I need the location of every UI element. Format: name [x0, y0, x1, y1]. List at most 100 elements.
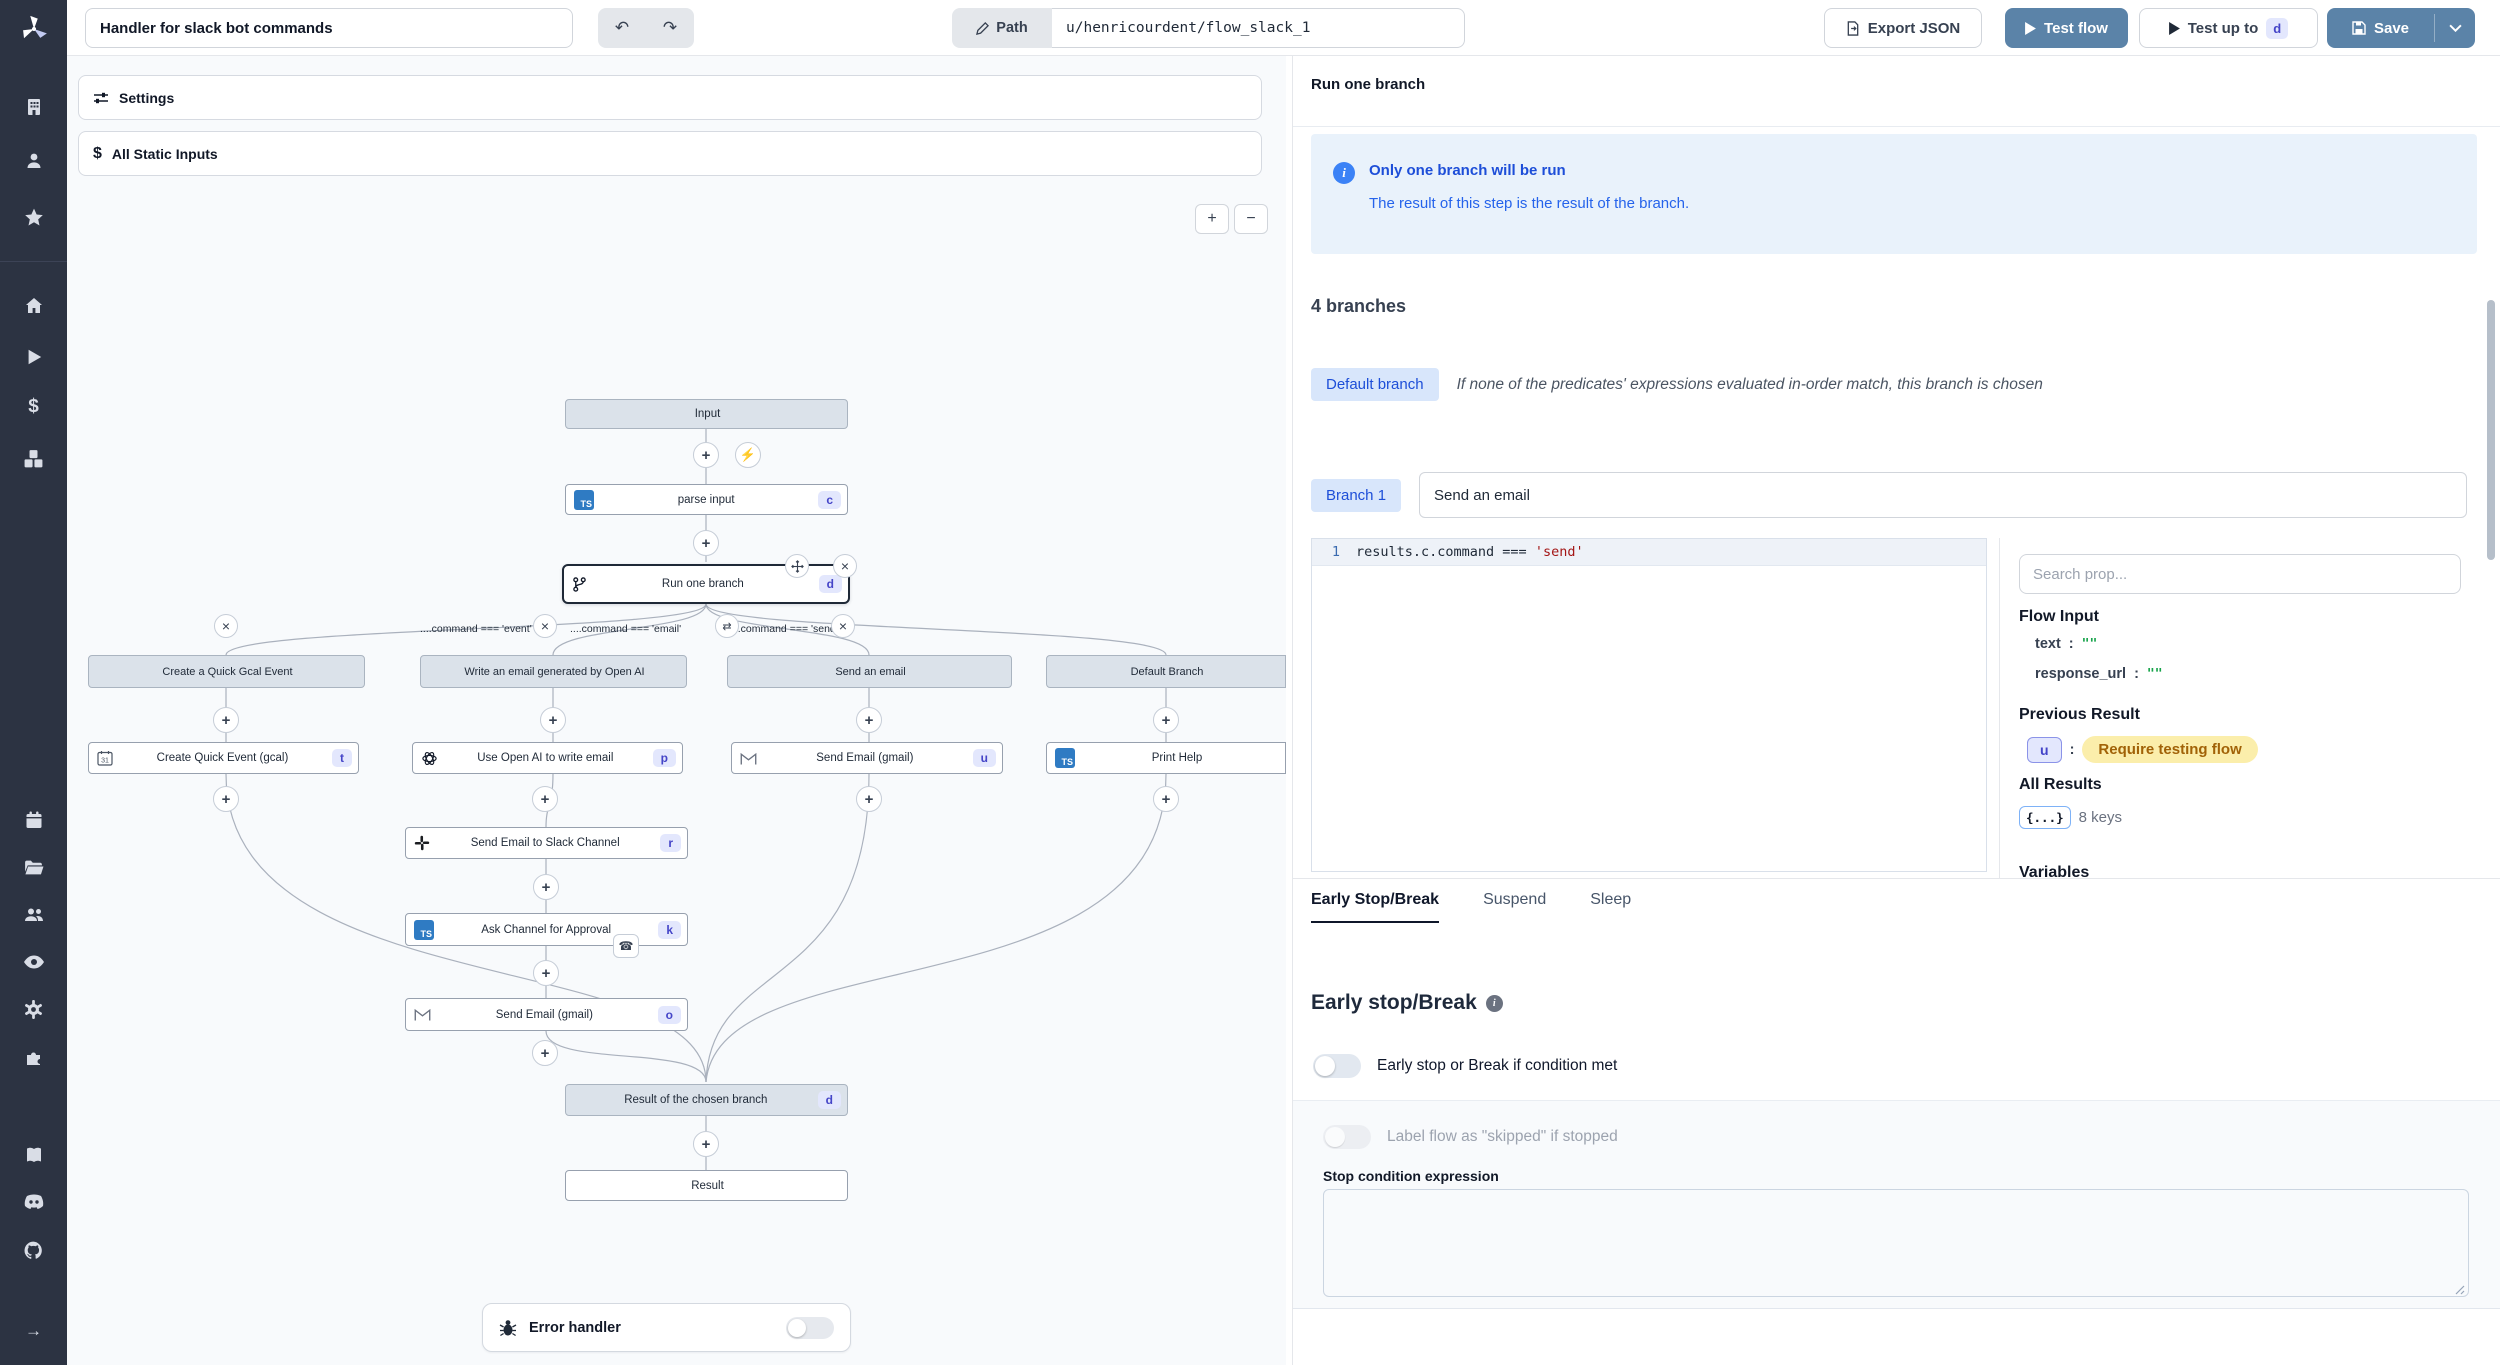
windmill-logo[interactable]	[0, 0, 67, 56]
test-flow-button[interactable]: Test flow	[2005, 8, 2128, 48]
move-step-button[interactable]	[785, 554, 809, 578]
worker-puzzle-icon[interactable]	[0, 1042, 67, 1072]
resources-cubes-icon[interactable]	[0, 443, 67, 473]
stop-condition-textarea[interactable]	[1323, 1189, 2469, 1297]
prop-row-response-url[interactable]: response_url:""	[2035, 666, 2163, 682]
delete-branch-button[interactable]: ×	[214, 614, 238, 638]
info-icon[interactable]: i	[1486, 995, 1503, 1012]
settings-gear-icon[interactable]	[0, 994, 67, 1024]
node-print-help[interactable]: TS Print Help	[1046, 742, 1286, 774]
early-stop-toggle[interactable]	[1313, 1054, 1361, 1078]
move-branch-button[interactable]: ⇄	[715, 614, 739, 638]
branch-1-chip: Branch 1	[1311, 479, 1401, 512]
github-icon[interactable]	[0, 1235, 67, 1265]
delete-branch-button[interactable]: ×	[533, 614, 557, 638]
building-icon[interactable]	[0, 92, 67, 122]
node-branch-result[interactable]: Result of the chosen branch d	[565, 1084, 848, 1116]
path-input[interactable]	[1052, 8, 1465, 48]
tab-suspend[interactable]: Suspend	[1483, 891, 1546, 923]
gmail-icon	[740, 751, 757, 766]
delete-branch-button[interactable]: ×	[831, 614, 855, 638]
zoom-out-button[interactable]: −	[1234, 204, 1268, 234]
add-step-button[interactable]: +	[533, 874, 559, 900]
node-result[interactable]: Result	[565, 1170, 848, 1201]
tab-sleep[interactable]: Sleep	[1590, 891, 1631, 923]
add-step-button[interactable]: +	[213, 707, 239, 733]
save-button[interactable]: Save	[2327, 8, 2434, 48]
branch-header-gcal[interactable]: Create a Quick Gcal Event	[88, 655, 365, 688]
sliders-icon	[93, 90, 109, 106]
node-input[interactable]: Input	[565, 399, 848, 429]
add-step-button[interactable]: +	[1153, 786, 1179, 812]
folders-icon[interactable]	[0, 852, 67, 882]
error-handler-toggle[interactable]	[786, 1317, 834, 1339]
path-edit-button[interactable]: Path	[952, 8, 1052, 48]
undo-button[interactable]: ↶	[598, 8, 646, 48]
star-icon[interactable]	[0, 203, 67, 233]
search-prop-input[interactable]	[2019, 554, 2461, 594]
user-icon[interactable]	[0, 146, 67, 176]
add-step-button[interactable]: +	[213, 786, 239, 812]
flow-canvas[interactable]: Settings $ All Static Inputs + − Input +…	[67, 56, 1286, 1365]
step-id-badge: d	[818, 1091, 841, 1109]
step-id-badge: u	[973, 749, 996, 767]
branch-header-openai[interactable]: Write an email generated by Open AI	[420, 655, 687, 688]
add-step-button[interactable]: +	[693, 442, 719, 468]
add-step-button[interactable]: +	[693, 530, 719, 556]
add-step-button[interactable]: +	[693, 1131, 719, 1157]
flow-edges	[67, 56, 1286, 1365]
arrows-move-icon	[791, 560, 804, 573]
node-send-email-gmail-2[interactable]: Send Email (gmail) o	[405, 998, 688, 1031]
all-results-row[interactable]: {...} 8 keys	[2019, 806, 2122, 829]
redo-button[interactable]: ↷	[646, 8, 694, 48]
svg-text:31: 31	[101, 758, 109, 765]
node-send-email-slack[interactable]: Send Email to Slack Channel r	[405, 827, 688, 859]
discord-icon[interactable]	[0, 1187, 67, 1217]
add-step-button[interactable]: +	[856, 707, 882, 733]
node-send-email-gmail[interactable]: Send Email (gmail) u	[731, 742, 1003, 774]
add-step-button[interactable]: +	[1153, 707, 1179, 733]
node-create-quick-event[interactable]: 31 Create Quick Event (gcal) t	[88, 742, 359, 774]
schedules-calendar-icon[interactable]	[0, 805, 67, 835]
variables-dollar-icon[interactable]: $	[0, 392, 67, 422]
all-static-inputs-button[interactable]: $ All Static Inputs	[78, 131, 1262, 176]
node-ask-channel-approval[interactable]: TS Ask Channel for Approval k	[405, 913, 688, 946]
save-dropdown-button[interactable]	[2435, 8, 2475, 48]
suspend-phone-icon[interactable]: ☎	[613, 934, 639, 958]
collapse-arrow-icon[interactable]: →	[0, 1316, 67, 1346]
panel-scrollbar[interactable]	[2487, 300, 2495, 560]
branch-1-summary-input[interactable]	[1419, 472, 2467, 518]
bug-icon	[499, 1319, 517, 1337]
add-step-button[interactable]: +	[532, 1040, 558, 1066]
export-json-button[interactable]: Export JSON	[1824, 8, 1982, 48]
add-step-button[interactable]: +	[856, 786, 882, 812]
add-step-button[interactable]: +	[532, 786, 558, 812]
eye-icon[interactable]	[0, 947, 67, 977]
node-parse-input[interactable]: TS parse input c	[565, 484, 848, 515]
groups-users-icon[interactable]	[0, 900, 67, 930]
add-step-button[interactable]: +	[540, 707, 566, 733]
save-split-button: Save	[2327, 8, 2475, 48]
home-icon[interactable]	[0, 291, 67, 321]
trigger-lightning-button[interactable]: ⚡	[735, 442, 761, 468]
predicate-code-editor[interactable]: 1 results.c.command === 'send'	[1311, 538, 1987, 872]
code-line[interactable]: 1 results.c.command === 'send'	[1312, 539, 1986, 566]
early-stop-toggle-row: Early stop or Break if condition met	[1313, 1054, 1617, 1078]
branch-header-default[interactable]: Default Branch	[1046, 655, 1286, 688]
prop-row-text[interactable]: text:""	[2035, 636, 2097, 652]
runs-play-icon[interactable]	[0, 342, 67, 372]
save-floppy-icon	[2352, 21, 2366, 35]
previous-result-row[interactable]: u : Require testing flow	[2027, 736, 2258, 763]
test-up-to-button[interactable]: Test up to d	[2139, 8, 2318, 48]
settings-button[interactable]: Settings	[78, 75, 1262, 120]
zoom-in-button[interactable]: +	[1195, 204, 1229, 234]
divider	[1999, 538, 2000, 878]
label-skipped-toggle[interactable]	[1323, 1125, 1371, 1149]
tab-early-stop-break[interactable]: Early Stop/Break	[1311, 891, 1439, 923]
node-use-openai[interactable]: Use Open AI to write email p	[412, 742, 683, 774]
flow-title-input[interactable]	[85, 8, 573, 48]
delete-step-button[interactable]: ×	[833, 554, 857, 578]
branch-header-send-email[interactable]: Send an email	[727, 655, 1012, 688]
docs-book-icon[interactable]	[0, 1140, 67, 1170]
add-step-button[interactable]: +	[533, 960, 559, 986]
